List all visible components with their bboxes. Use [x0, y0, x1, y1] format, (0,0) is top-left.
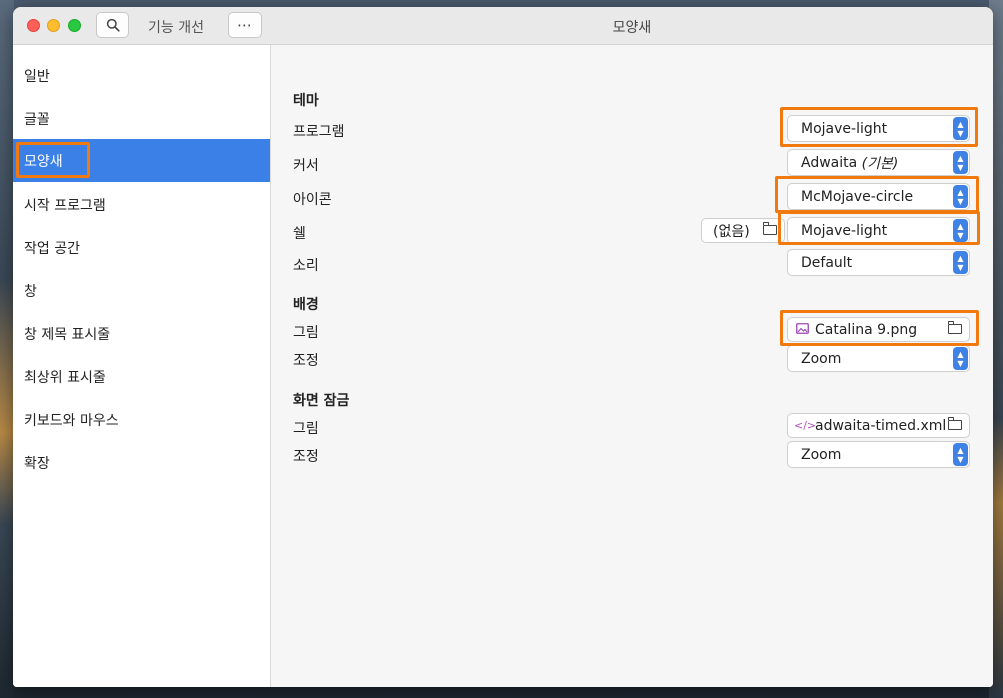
- sound-theme-value: Default: [801, 254, 853, 271]
- sidebar-item-label: 창 제목 표시줄: [24, 326, 111, 343]
- updown-arrow-icon: ▲ ▼: [953, 185, 968, 208]
- lock-screen-image-value: adwaita-timed.xml: [815, 417, 947, 434]
- sidebar-item-label: 작업 공간: [24, 240, 80, 257]
- sidebar-item-appearance[interactable]: 모양새: [13, 139, 270, 182]
- background-adjust-value: Zoom: [801, 350, 842, 367]
- sidebar-item-label: 키보드와 마우스: [24, 412, 119, 429]
- sidebar-item-label: 일반: [24, 68, 50, 85]
- folder-icon: [947, 417, 962, 430]
- updown-arrow-icon: ▲ ▼: [953, 117, 968, 140]
- program-theme-value: Mojave-light: [801, 120, 888, 137]
- icon-theme-combo[interactable]: McMojave-circle ▲ ▼: [787, 183, 970, 210]
- shell-theme-value: Mojave-light: [801, 222, 888, 239]
- lock-screen-image-file-button[interactable]: </> adwaita-timed.xml: [787, 413, 970, 438]
- cursor-label: 커서: [293, 158, 319, 174]
- maximize-window-button[interactable]: [68, 19, 81, 32]
- cursor-theme-combo[interactable]: Adwaita (기본) ▲ ▼: [787, 149, 970, 176]
- page-title: 모양새: [612, 20, 652, 36]
- lock-screen-adjust-value: Zoom: [801, 446, 842, 463]
- updown-arrow-icon: ▲ ▼: [953, 443, 968, 466]
- background-image-value: Catalina 9.png: [815, 321, 918, 338]
- search-icon: [106, 18, 120, 32]
- updown-arrow-icon: ▲ ▼: [953, 151, 968, 174]
- sidebar-item-startup-applications[interactable]: 시작 프로그램: [13, 183, 270, 226]
- sidebar-item-label: 시작 프로그램: [24, 197, 106, 214]
- updown-arrow-icon: ▲ ▼: [953, 219, 968, 242]
- shell-theme-file-button[interactable]: (없음): [701, 218, 785, 243]
- lock-screen-adjust-label: 조정: [293, 449, 319, 465]
- icon-theme-value: McMojave-circle: [801, 188, 914, 205]
- image-icon: [794, 322, 810, 337]
- program-theme-combo[interactable]: Mojave-light ▲ ▼: [787, 115, 970, 142]
- background-image-file-button[interactable]: Catalina 9.png: [787, 317, 970, 342]
- more-icon: ⋯: [237, 16, 253, 34]
- sidebar-item-keyboard-mouse[interactable]: 키보드와 마우스: [13, 398, 270, 441]
- theme-heading: 테마: [293, 93, 319, 109]
- cursor-theme-value: Adwaita: [801, 154, 858, 171]
- program-label: 프로그램: [293, 124, 345, 140]
- sidebar-item-extensions[interactable]: 확장: [13, 441, 270, 484]
- updown-arrow-icon: ▲ ▼: [953, 251, 968, 274]
- sidebar-item-top-bar[interactable]: 최상위 표시줄: [13, 355, 270, 398]
- folder-icon: [947, 321, 962, 334]
- background-heading: 배경: [293, 297, 319, 313]
- background-adjust-combo[interactable]: Zoom ▲ ▼: [787, 345, 970, 372]
- xml-file-icon: </>: [794, 419, 817, 432]
- search-button[interactable]: [96, 12, 129, 38]
- sidebar-item-label: 창: [24, 283, 37, 300]
- sidebar-item-label: 모양새: [24, 153, 63, 170]
- lock-screen-image-label: 그림: [293, 421, 319, 437]
- shell-theme-combo[interactable]: Mojave-light ▲ ▼: [787, 217, 970, 244]
- sidebar-item-windows[interactable]: 창: [13, 269, 270, 312]
- lock-screen-adjust-combo[interactable]: Zoom ▲ ▼: [787, 441, 970, 468]
- sidebar: 일반 글꼴 모양새 시작 프로그램 작업 공간 창 창 제목 표시줄 최상위 표…: [13, 45, 271, 687]
- background-image-label: 그림: [293, 325, 319, 341]
- menu-button[interactable]: ⋯: [228, 12, 262, 38]
- appearance-panel: 테마 프로그램 Mojave-light ▲ ▼ 커서 Adwaita (기본) …: [271, 45, 993, 687]
- folder-icon: [762, 222, 777, 235]
- updown-arrow-icon: ▲ ▼: [953, 347, 968, 370]
- sound-label: 소리: [293, 258, 319, 274]
- tweaks-window: 기능 개선 ⋯ 모양새 일반 글꼴 모양새 시작 프로그램 작업 공간 창 창 …: [13, 7, 993, 687]
- sidebar-item-workspaces[interactable]: 작업 공간: [13, 226, 270, 269]
- background-adjust-label: 조정: [293, 353, 319, 369]
- desktop-wallpaper-left: [0, 0, 14, 698]
- app-title: 기능 개선: [148, 20, 204, 36]
- sidebar-item-window-titlebars[interactable]: 창 제목 표시줄: [13, 312, 270, 355]
- lock-screen-heading: 화면 잠금: [293, 393, 350, 409]
- title-bar: 기능 개선 ⋯ 모양새: [13, 7, 993, 45]
- shell-label: 쉘: [293, 226, 306, 242]
- sidebar-item-label: 확장: [24, 455, 50, 472]
- sidebar-item-label: 글꼴: [24, 111, 50, 128]
- cursor-theme-default-tag: (기본): [861, 155, 899, 172]
- icon-label: 아이콘: [293, 192, 332, 208]
- sidebar-item-fonts[interactable]: 글꼴: [13, 97, 270, 140]
- minimize-window-button[interactable]: [47, 19, 60, 32]
- close-window-button[interactable]: [27, 19, 40, 32]
- shell-none-label: (없음): [713, 223, 750, 240]
- sidebar-item-label: 최상위 표시줄: [24, 369, 106, 386]
- sidebar-item-general[interactable]: 일반: [13, 54, 270, 97]
- sound-theme-combo[interactable]: Default ▲ ▼: [787, 249, 970, 276]
